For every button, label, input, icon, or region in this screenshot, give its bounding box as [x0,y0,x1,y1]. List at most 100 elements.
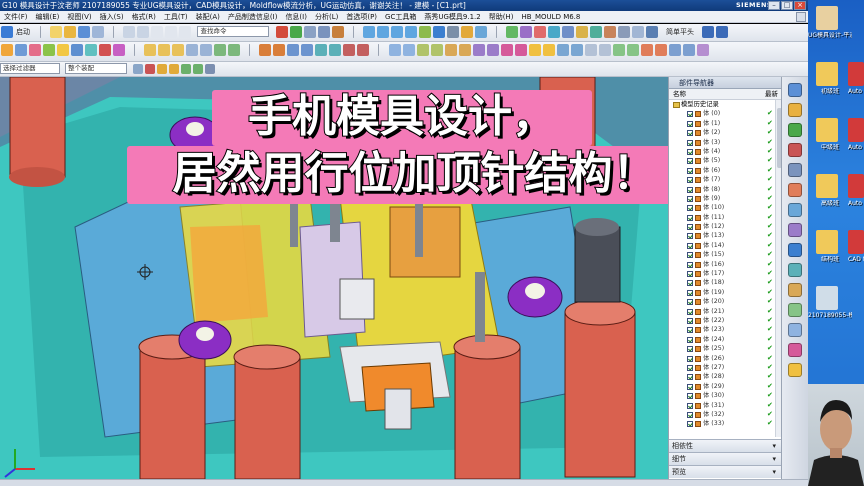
block-icon[interactable] [71,44,83,56]
system-materials-icon[interactable] [788,223,802,237]
shell-icon[interactable] [214,44,227,56]
chamfer-icon[interactable] [200,44,213,56]
delete-face-icon[interactable] [329,44,342,56]
tree-item-body[interactable]: 体 (18) ✔ [669,278,775,287]
boss-icon[interactable] [57,44,69,56]
visibility-checkbox[interactable] [687,355,693,362]
visibility-checkbox[interactable] [687,327,693,334]
visibility-checkbox[interactable] [687,271,693,278]
command-search-input[interactable]: 查找命令 [197,26,270,37]
snap-center-icon[interactable] [181,64,192,74]
start-icon[interactable] [1,26,13,38]
visibility-checkbox[interactable] [687,139,693,146]
intersect-icon[interactable] [172,44,185,56]
play-icon[interactable] [289,26,302,38]
pattern-icon[interactable] [343,44,356,56]
mold-wizard-icon[interactable] [519,26,532,38]
new-file-icon[interactable] [50,26,63,38]
visibility-checkbox[interactable] [687,393,693,400]
visibility-checkbox[interactable] [687,224,693,231]
menu-pmi[interactable]: 产品制造信息(I) [224,11,282,22]
slider-icon[interactable] [561,26,574,38]
tree-item-body[interactable]: 体 (28) ✔ [669,372,775,381]
bom-icon[interactable] [617,26,630,38]
visibility-checkbox[interactable] [687,346,693,353]
desktop-shortcut[interactable]: 高级班 Auto Mou [808,172,864,220]
column-name[interactable]: 名称 [673,89,686,100]
tree-item-body[interactable]: 体 (25) ✔ [669,344,775,353]
close-icon[interactable]: × [794,1,806,10]
tree-item-body[interactable]: 体 (10) ✔ [669,203,775,212]
tree-item-body[interactable]: 体 (9) ✔ [669,194,775,203]
undo-icon[interactable] [123,26,136,38]
drawing-icon[interactable] [631,26,644,38]
visibility-checkbox[interactable] [687,280,693,287]
snap-intersect-icon[interactable] [205,64,216,74]
palette-icon[interactable] [788,363,802,377]
menu-hb-mould[interactable]: HB_MOULD M6.8 [517,11,584,22]
visibility-checkbox[interactable] [687,233,693,240]
menu-preferences[interactable]: 首选项(P) [342,11,381,22]
visibility-checkbox[interactable] [687,111,693,118]
gc-tool-icon[interactable] [505,26,518,38]
orient-icon[interactable] [474,26,487,38]
tree-item-body[interactable]: 体 (8) ✔ [669,185,775,194]
sketch-icon[interactable] [1,44,13,56]
thicken-icon[interactable] [430,44,443,56]
desktop-shortcut[interactable]: UG模具设计-平淡 [808,4,864,52]
sew-icon[interactable] [458,44,471,56]
copy-icon[interactable] [165,26,178,38]
visibility-checkbox[interactable] [687,336,693,343]
tree-item-body[interactable]: 体 (13) ✔ [669,231,775,240]
tree-item-body[interactable]: 体 (2) ✔ [669,128,775,137]
unite-icon[interactable] [144,44,157,56]
zoom-icon[interactable] [376,26,389,38]
sphere-icon[interactable] [113,44,125,56]
wave-link-icon[interactable] [402,44,415,56]
visibility-checkbox[interactable] [687,195,693,202]
system-scene-icon[interactable] [788,303,802,317]
layer-icon[interactable] [317,26,330,38]
visibility-checkbox[interactable] [687,158,693,165]
menu-analysis[interactable]: 分析(L) [311,11,342,22]
tree-item-body[interactable]: 体 (30) ✔ [669,391,775,400]
details-panel[interactable]: 细节 ▾ [669,452,782,465]
pan-icon[interactable] [404,26,417,38]
visibility-checkbox[interactable] [687,421,693,428]
tree-item-body[interactable]: 体 (22) ✔ [669,316,775,325]
visibility-checkbox[interactable] [687,261,693,268]
manufacturing-wizard-icon[interactable] [788,263,802,277]
visibility-checkbox[interactable] [687,411,693,418]
visibility-checkbox[interactable] [687,317,693,324]
electrode-icon[interactable] [682,44,695,56]
visibility-checkbox[interactable] [687,364,693,371]
open-file-icon[interactable] [64,26,77,38]
assembly-scope-select[interactable]: 整个装配 [65,63,128,74]
menu-tools[interactable]: 工具(T) [160,11,192,22]
tree-item-body[interactable]: 体 (7) ✔ [669,175,775,184]
tree-item-body[interactable]: 体 (11) ✔ [669,213,775,222]
menu-view[interactable]: 视图(V) [63,11,95,22]
mold-base-icon[interactable] [654,44,667,56]
tree-item-body[interactable]: 体 (21) ✔ [669,307,775,316]
visibility-checkbox[interactable] [687,252,693,259]
datum-plane-icon[interactable] [514,44,527,56]
wireframe-icon[interactable] [446,26,459,38]
filter-reset-icon[interactable] [133,64,144,74]
tree-item-body[interactable]: 体 (12) ✔ [669,222,775,231]
constraint-navigator-icon[interactable] [788,103,802,117]
datum-icon[interactable] [716,26,729,38]
ref-icon[interactable] [702,26,715,38]
assembly-navigator-icon[interactable] [788,83,802,97]
desktop-shortcut[interactable]: 初级班 Auto 2016 [808,60,864,108]
menu-assembly[interactable]: 装配(A) [192,11,224,22]
color-icon[interactable] [570,44,583,56]
menu-information[interactable]: 信息(I) [281,11,311,22]
process-studio-icon[interactable] [788,243,802,257]
snap-point-icon[interactable] [193,64,204,74]
runner-icon[interactable] [603,26,616,38]
tree-item-body[interactable]: 体 (19) ✔ [669,288,775,297]
tree-root-model-history[interactable]: 模型历史记录 [669,100,775,109]
extract-icon[interactable] [416,44,429,56]
visibility-checkbox[interactable] [687,242,693,249]
